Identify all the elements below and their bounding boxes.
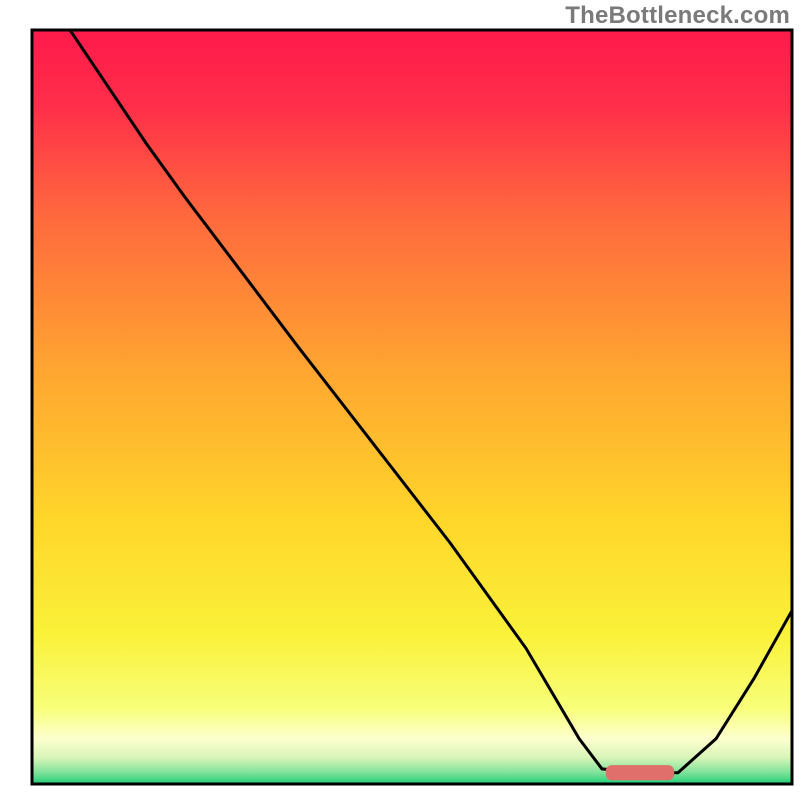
sweet-spot-marker (606, 765, 674, 780)
watermark-text: TheBottleneck.com (565, 2, 790, 30)
chart-stage: TheBottleneck.com (0, 0, 800, 800)
bottleneck-chart (0, 0, 800, 800)
